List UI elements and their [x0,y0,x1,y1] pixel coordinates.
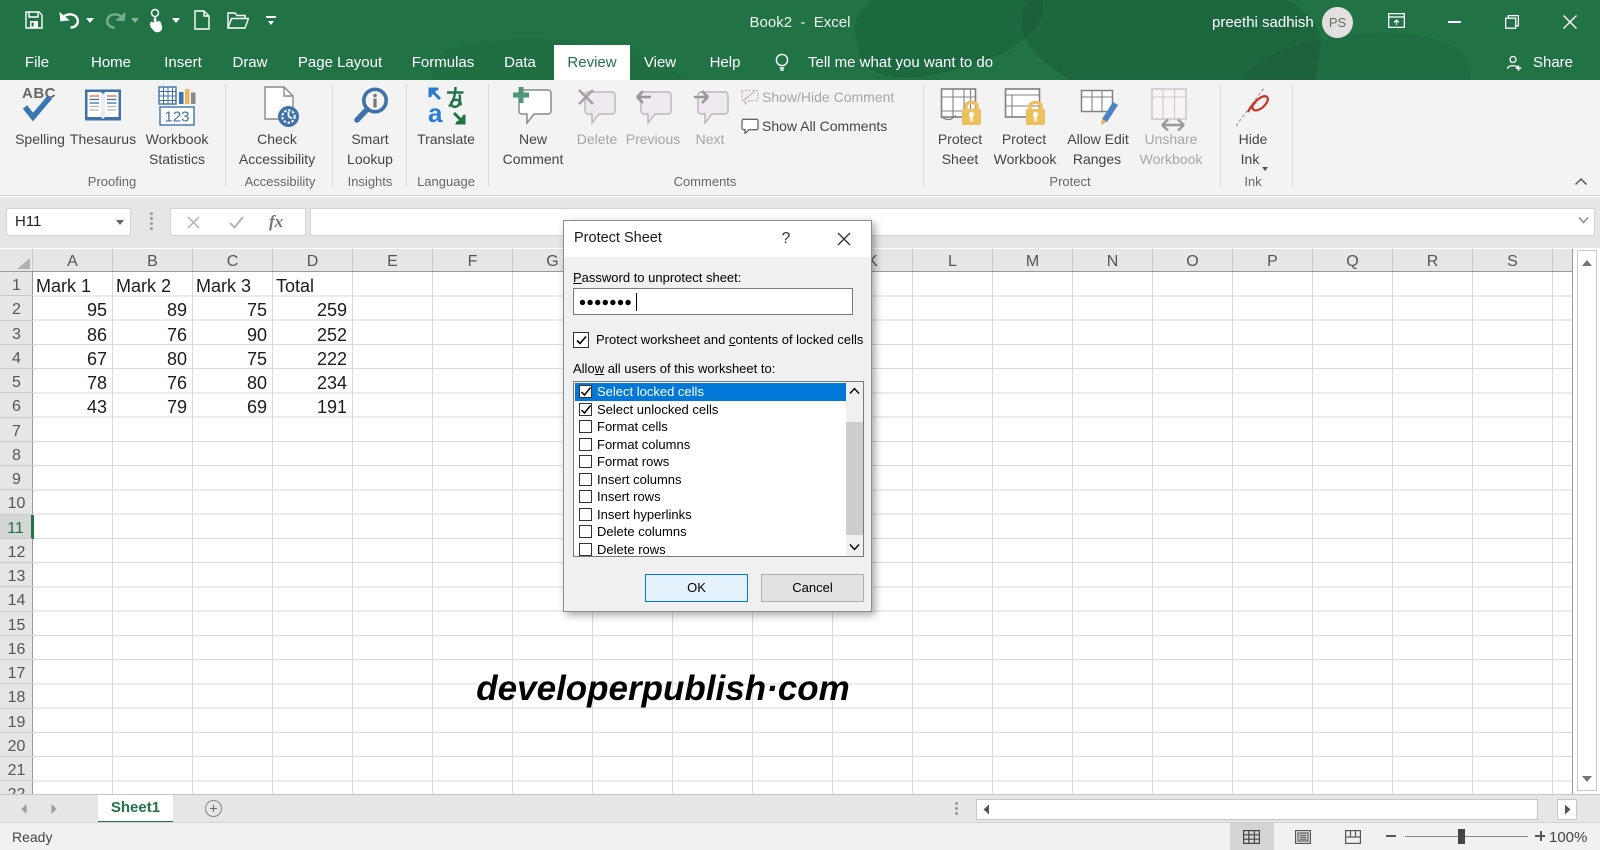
svg-text:123: 123 [164,109,189,126]
svg-text:a: a [428,98,443,126]
